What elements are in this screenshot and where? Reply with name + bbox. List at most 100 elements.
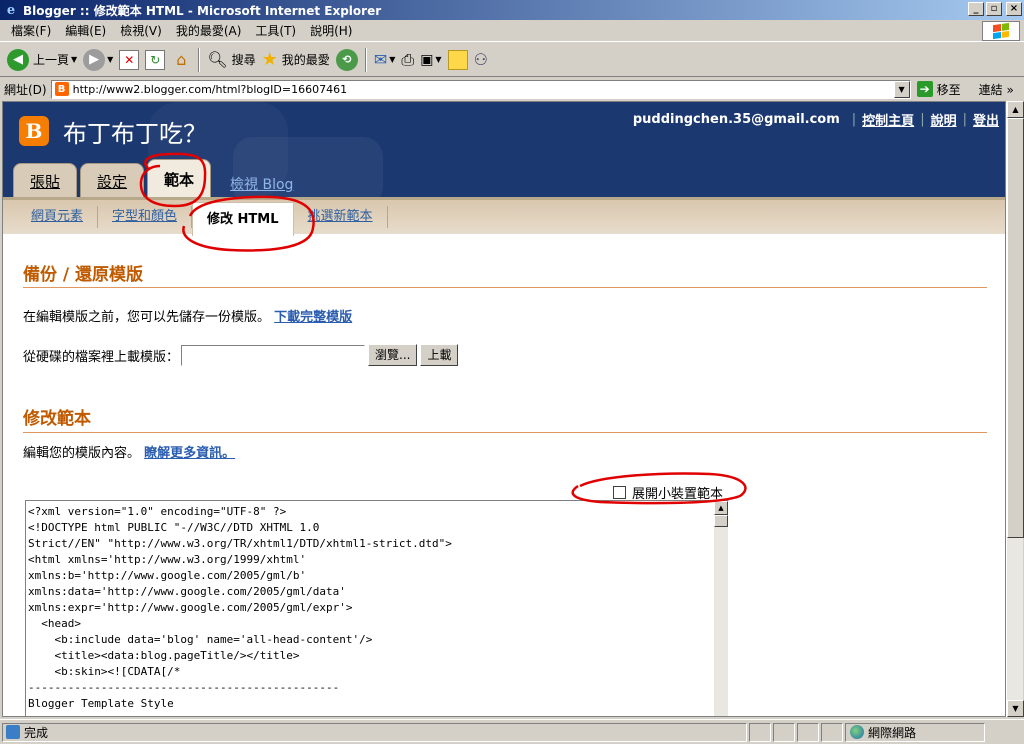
window-titlebar: e Blogger :: 修改範本 HTML - Microsoft Inter… [0,0,1024,20]
history-icon: ⟲ [335,48,358,71]
discuss-button[interactable] [445,46,471,74]
template-html-editor[interactable]: <?xml version="1.0" encoding="UTF-8" ?> … [25,500,729,716]
status-bar: 完成 網際網路 [0,719,1024,744]
upload-label: 從硬碟的檔案裡上載模版： [23,349,180,365]
page-done-icon [6,725,20,739]
menu-view[interactable]: 檢視(V) [113,22,169,39]
home-icon: ⌂ [176,50,187,69]
window-title: Blogger :: 修改範本 HTML - Microsoft Interne… [23,3,382,18]
sign-out-link[interactable]: 登出 [973,110,999,129]
internet-globe-icon [850,725,864,739]
edit-section-title: 修改範本 [23,409,91,429]
browser-toolbar: ◀ 上一頁 ▼ ▶ ▼ ✕ ↻ ⌂ 🔍︎ 搜尋 ★ 我的最愛 ⟲ ✉ ▼ ⎙ ▣… [0,43,1024,77]
close-button[interactable]: × [1006,2,1022,16]
blogger-favicon-icon: B [54,82,69,96]
edit-icon: ▣ [420,51,434,68]
blog-title: 布丁布丁吃？ [63,120,207,148]
restore-button[interactable]: ▫ [986,2,1002,16]
go-button[interactable]: ➔ 移至 [916,81,961,98]
blogger-logo-icon[interactable]: B [19,116,49,146]
edit-button[interactable]: ▣ ▼ [417,46,444,74]
scroll-up-icon[interactable]: ▲ [1007,101,1024,118]
subtab-fonts-colors[interactable]: 字型和顏色 [98,206,193,228]
menu-favorites[interactable]: 我的最愛(A) [169,22,249,39]
expand-widgets-checkbox[interactable] [613,486,626,499]
page-content: B 布丁布丁吃？ puddingchen.35@gmail.com | 控制主頁… [2,101,1006,717]
edit-dropdown-icon[interactable]: ▼ [435,55,441,64]
back-label: 上一頁 [33,53,70,67]
menu-file[interactable]: 檔案(F) [4,22,58,39]
mail-icon: ✉ [373,50,388,69]
go-arrow-icon: ➔ [916,81,933,97]
download-template-link[interactable]: 下載完整模版 [274,310,352,325]
edit-desc-text: 編輯您的模版內容。 [23,446,141,461]
ie-icon: e [6,2,16,18]
security-zone: 網際網路 [845,722,985,742]
history-button[interactable]: ⟲ [333,46,361,74]
status-text: 完成 [24,725,49,740]
minimize-button[interactable]: _ [968,2,984,16]
blogger-header: B 布丁布丁吃？ puddingchen.35@gmail.com | 控制主頁… [3,102,1005,197]
view-blog-link[interactable]: 檢視 Blog [214,169,309,197]
main-tabs: 張貼 設定 範本 檢視 Blog [13,159,312,197]
address-field[interactable]: B ▼ [50,79,911,99]
browse-button[interactable]: 瀏覽... [368,344,418,366]
backup-desc-text: 在編輯模版之前，您可以先儲存一份模版。 [23,310,271,325]
upload-button[interactable]: 上載 [420,344,459,366]
status-main: 完成 [2,722,747,742]
star-icon: ★ [261,49,278,70]
learn-more-link[interactable]: 瞭解更多資訊。 [144,446,235,461]
stop-icon: ✕ [119,49,140,70]
tab-posting[interactable]: 張貼 [13,163,78,197]
upload-file-input[interactable] [181,344,366,366]
window-controls: _ ▫ × [968,2,1022,16]
home-button[interactable]: ⌂ [168,46,194,74]
menu-edit[interactable]: 編輯(E) [58,22,113,39]
editor-scroll-thumb[interactable] [714,515,728,527]
subtab-pick-template[interactable]: 挑選新範本 [294,206,388,228]
note-icon [447,49,468,70]
back-arrow-icon: ◀ [7,48,29,71]
user-email: puddingchen.35@gmail.com [632,112,840,127]
mail-dropdown-icon[interactable]: ▼ [389,55,395,64]
back-dropdown-icon[interactable]: ▼ [71,55,77,64]
go-label: 移至 [936,82,961,97]
links-button[interactable]: 連結 » [979,81,1014,98]
upload-row: 從硬碟的檔案裡上載模版： 瀏覽... 上載 [23,344,461,366]
user-area: puddingchen.35@gmail.com | 控制主頁 | 說明 | 登… [632,110,999,129]
scroll-thumb[interactable] [1007,118,1024,538]
edit-description: 編輯您的模版內容。 瞭解更多資訊。 [23,442,235,461]
messenger-icon: ⚇ [473,50,488,69]
messenger-button[interactable]: ⚇ [471,46,491,74]
menu-tools[interactable]: 工具(T) [248,22,303,39]
menu-bar: 檔案(F) 編輯(E) 檢視(V) 我的最愛(A) 工具(T) 說明(H) [0,20,1024,42]
backup-section-title: 備份 / 還原模版 [23,265,144,285]
subtab-page-elements[interactable]: 網頁元素 [17,206,99,228]
scroll-down-icon[interactable]: ▼ [1007,700,1024,717]
tab-template[interactable]: 範本 [147,159,212,197]
menu-help[interactable]: 說明(H) [303,22,359,39]
tab-settings[interactable]: 設定 [80,163,145,197]
template-code[interactable]: <?xml version="1.0" encoding="UTF-8" ?> … [26,501,728,712]
forward-dropdown-icon[interactable]: ▼ [107,55,113,64]
url-input[interactable] [72,82,893,96]
forward-button[interactable]: ▶ ▼ [80,46,116,74]
refresh-button[interactable]: ↻ [142,46,168,74]
dashboard-link[interactable]: 控制主頁 [862,110,914,129]
stop-button[interactable]: ✕ [116,46,142,74]
search-button[interactable]: 🔍︎ 搜尋 [204,46,258,74]
address-label: 網址(D) [4,82,47,97]
backup-description: 在編輯模版之前，您可以先儲存一份模版。 下載完整模版 [23,306,352,325]
address-dropdown-icon[interactable]: ▼ [893,80,910,98]
help-link[interactable]: 說明 [931,110,957,129]
mail-button[interactable]: ✉ ▼ [371,46,399,74]
back-button[interactable]: ◀ 上一頁 ▼ [4,46,80,74]
favorites-button[interactable]: ★ 我的最愛 [259,46,333,74]
forward-arrow-icon: ▶ [83,48,106,71]
print-button[interactable]: ⎙ [398,46,417,74]
editor-scrollbar[interactable]: ▲ [714,501,728,716]
template-subnav: 網頁元素 字型和顏色 修改 HTML 挑選新範本 [3,197,1005,236]
page-scrollbar[interactable]: ▲ ▼ [1006,101,1024,717]
subtab-edit-html[interactable]: 修改 HTML [192,201,294,236]
editor-scroll-up-icon[interactable]: ▲ [714,501,728,515]
